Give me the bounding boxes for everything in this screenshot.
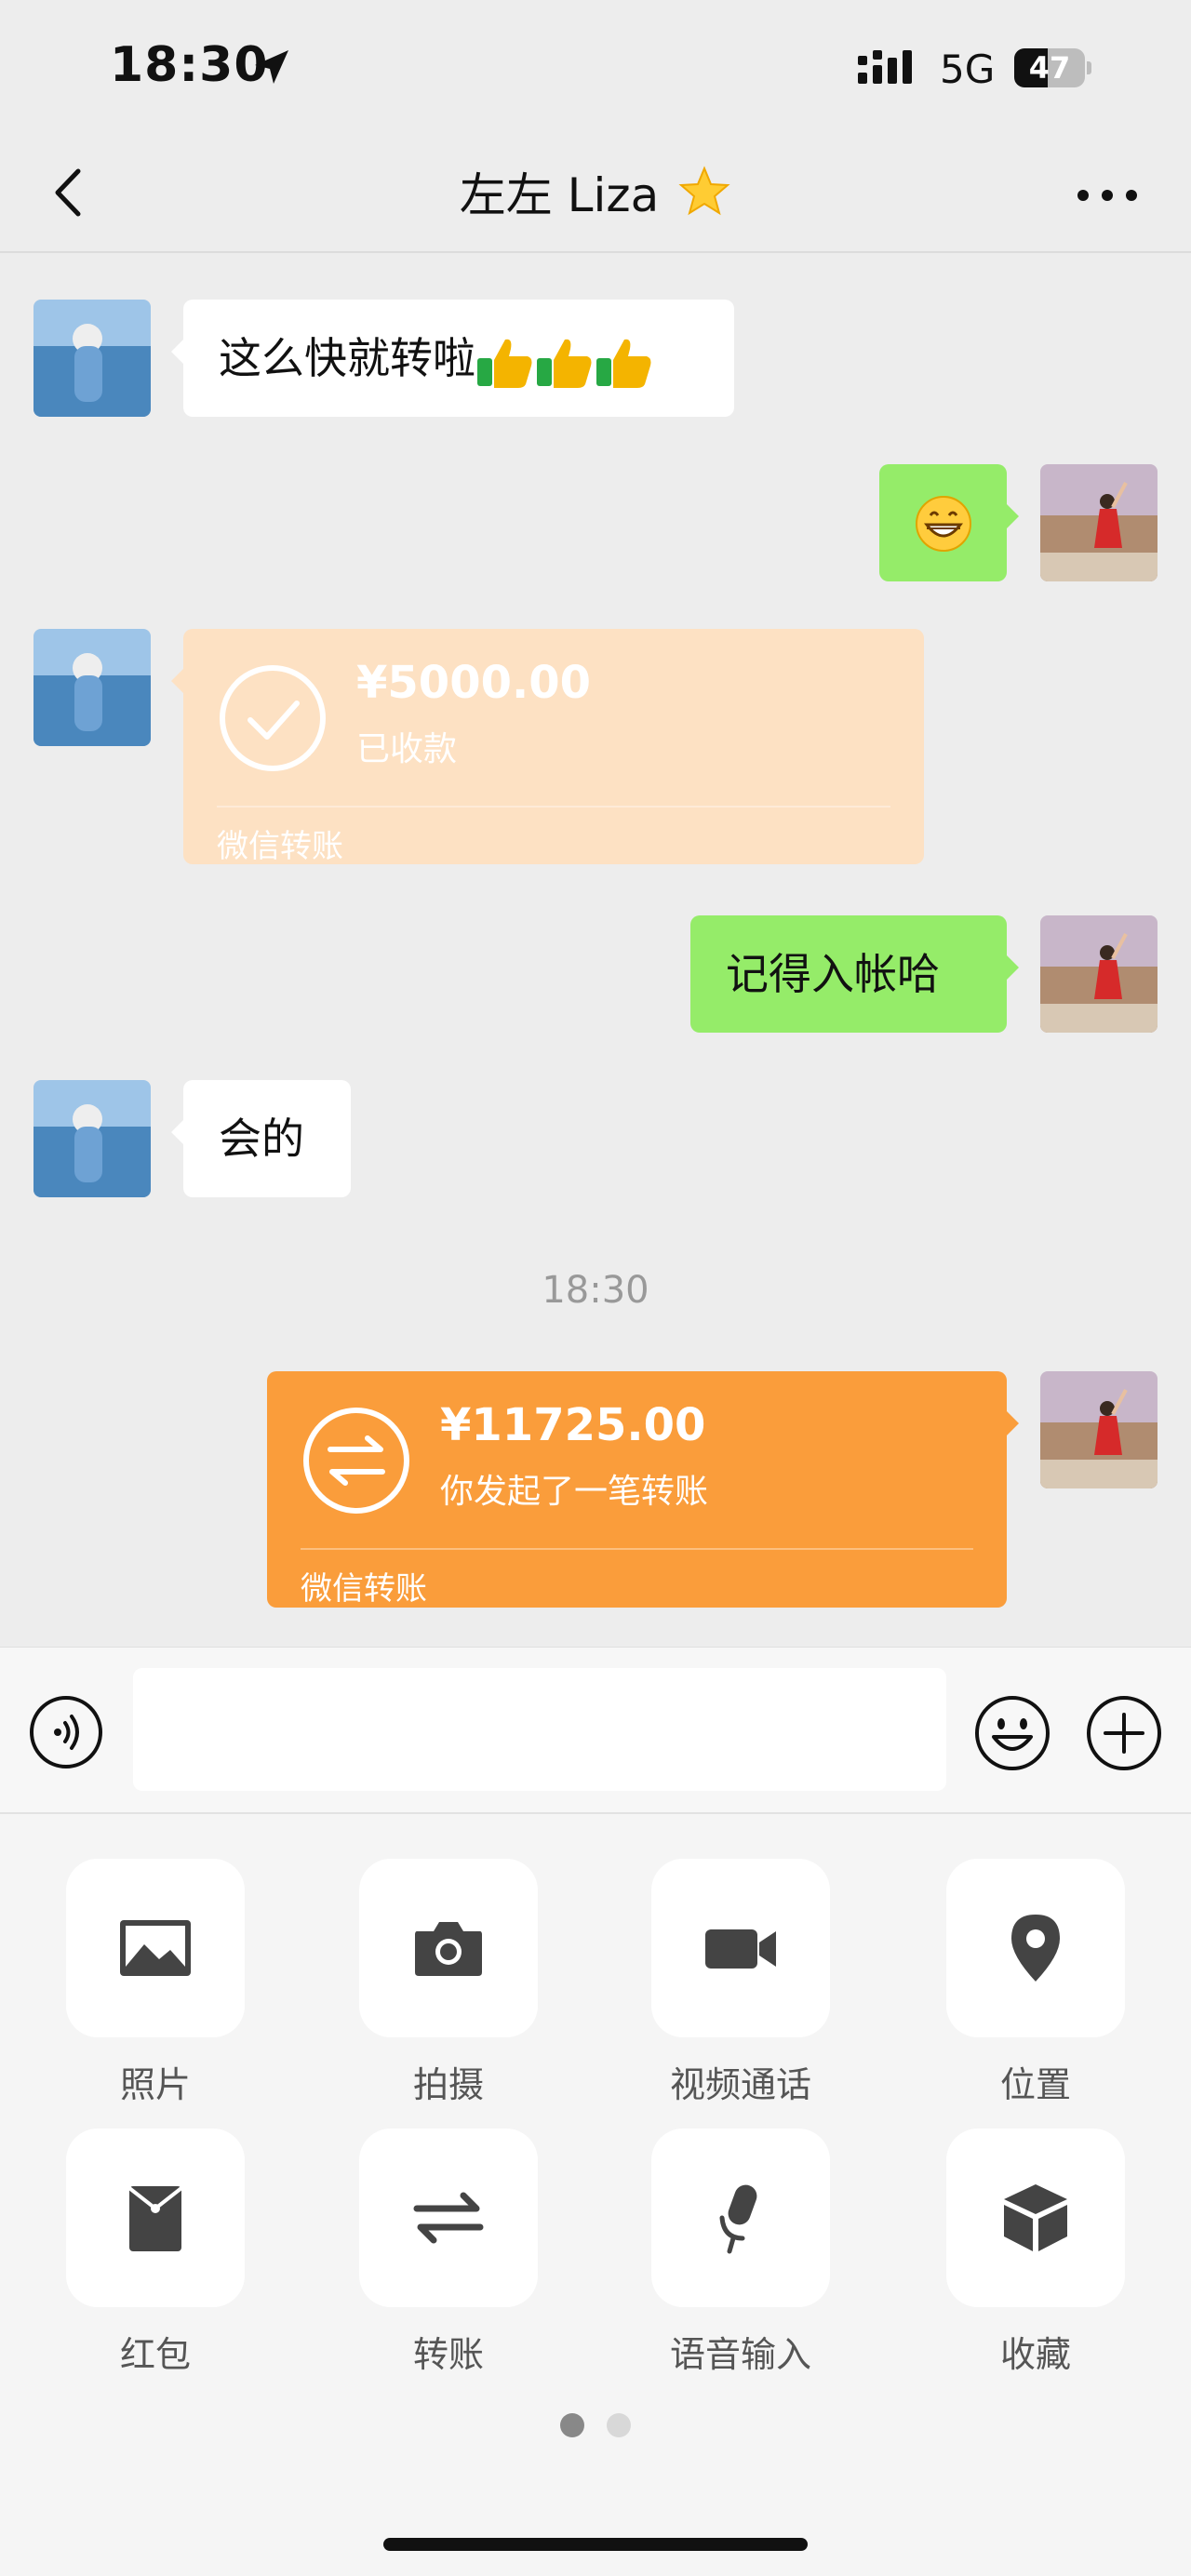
plus-circle-icon[interactable]: [1085, 1694, 1163, 1772]
video-call-icon: [705, 1929, 776, 1969]
transfer-status: 你发起了一笔转账: [440, 1473, 709, 1511]
panel-item-favorites[interactable]: 收藏: [946, 2129, 1125, 2375]
photo-icon: [120, 1920, 191, 1976]
status-bar: 18:30 5G 47: [0, 0, 1191, 140]
contact-avatar[interactable]: [33, 300, 151, 417]
panel-item-label: 红包: [119, 2334, 191, 2375]
panel-item-label: 位置: [999, 2064, 1071, 2105]
signal-icon: [858, 50, 912, 84]
message-bubble[interactable]: 这么快就转啦: [171, 300, 734, 417]
panel-item-label: 语音输入: [669, 2334, 811, 2375]
home-indicator[interactable]: [383, 2538, 808, 2551]
contact-avatar[interactable]: [33, 629, 151, 746]
contact-avatar[interactable]: [33, 1080, 151, 1197]
network-type: 5G: [940, 47, 996, 92]
chat-title: 左左 Liza: [0, 158, 1191, 225]
transfer-footer: 微信转账: [301, 1570, 427, 1608]
panel-item-label: 转账: [412, 2334, 484, 2375]
panel-item-location[interactable]: 位置: [946, 1859, 1125, 2105]
transfer-arrows-icon: [303, 1408, 409, 1514]
transfer-card-sent[interactable]: ¥11725.00 你发起了一笔转账 微信转账: [267, 1371, 1019, 1608]
chat-timestamp: 18:30: [542, 1269, 649, 1312]
more-icon[interactable]: [1070, 177, 1144, 214]
message-input[interactable]: [133, 1668, 946, 1791]
transfer-status: 已收款: [356, 730, 458, 768]
input-bar: [0, 1647, 1191, 1814]
panel-item-label: 拍摄: [412, 2064, 484, 2105]
self-avatar[interactable]: [1040, 464, 1158, 581]
thumbs-up-icon: [537, 339, 592, 388]
message-bubble[interactable]: 记得入帐哈: [690, 915, 1019, 1033]
more-actions-panel: 照片 拍摄 视频通话 位置 红包 转账 语音输入 收藏: [0, 1814, 1191, 2576]
message-bubble[interactable]: 会的: [171, 1080, 351, 1197]
battery-indicator: 47: [1014, 48, 1091, 87]
thumbs-up-icon: [596, 339, 651, 388]
chat-header: 左左 Liza: [0, 140, 1191, 253]
emoji-icon[interactable]: [973, 1694, 1051, 1772]
page-indicator: [0, 2413, 1191, 2441]
transfer-card-received[interactable]: ¥5000.00 已收款 微信转账: [171, 629, 924, 865]
divider: [301, 1548, 973, 1550]
panel-item-label: 视频通话: [669, 2064, 811, 2105]
page-dot[interactable]: [607, 2413, 631, 2437]
voice-icon[interactable]: [28, 1694, 104, 1770]
page-dot[interactable]: [560, 2413, 584, 2437]
self-avatar[interactable]: [1040, 1371, 1158, 1488]
transfer-amount: ¥11725.00: [440, 1399, 706, 1451]
panel-item-photos[interactable]: 照片: [66, 1859, 245, 2105]
message-text: 这么快就转啦: [219, 333, 475, 383]
panel-item-label: 照片: [119, 2064, 191, 2105]
panel-item-transfer[interactable]: 转账: [359, 2129, 538, 2375]
camera-icon: [415, 1922, 482, 1976]
contact-name: 左左 Liza: [459, 168, 660, 222]
transfer-amount: ¥5000.00: [356, 657, 592, 709]
location-icon: [1011, 1915, 1060, 1982]
check-circle-icon: [220, 665, 326, 771]
battery-level: 47: [1028, 50, 1071, 86]
transfer-footer: 微信转账: [217, 828, 343, 865]
panel-item-video-call[interactable]: 视频通话: [651, 1859, 830, 2105]
location-arrow-icon: [255, 50, 288, 84]
microphone-icon: [719, 2184, 757, 2254]
panel-item-label: 收藏: [999, 2334, 1071, 2375]
grin-emoji-icon: [916, 496, 971, 552]
message-text: 记得入帐哈: [726, 949, 940, 999]
status-time: 18:30: [110, 37, 269, 93]
red-packet-icon: [127, 2186, 183, 2251]
self-avatar[interactable]: [1040, 915, 1158, 1033]
favorites-icon: [1004, 2184, 1067, 2251]
panel-item-voice-input[interactable]: 语音输入: [651, 2129, 830, 2375]
thumbs-up-icon: [477, 339, 532, 388]
divider: [217, 806, 890, 808]
panel-item-camera[interactable]: 拍摄: [359, 1859, 538, 2105]
panel-item-red-packet[interactable]: 红包: [66, 2129, 245, 2375]
message-text: 会的: [219, 1114, 304, 1164]
transfer-icon: [413, 2192, 484, 2244]
message-bubble[interactable]: [879, 464, 1019, 581]
star-icon: [678, 166, 730, 216]
